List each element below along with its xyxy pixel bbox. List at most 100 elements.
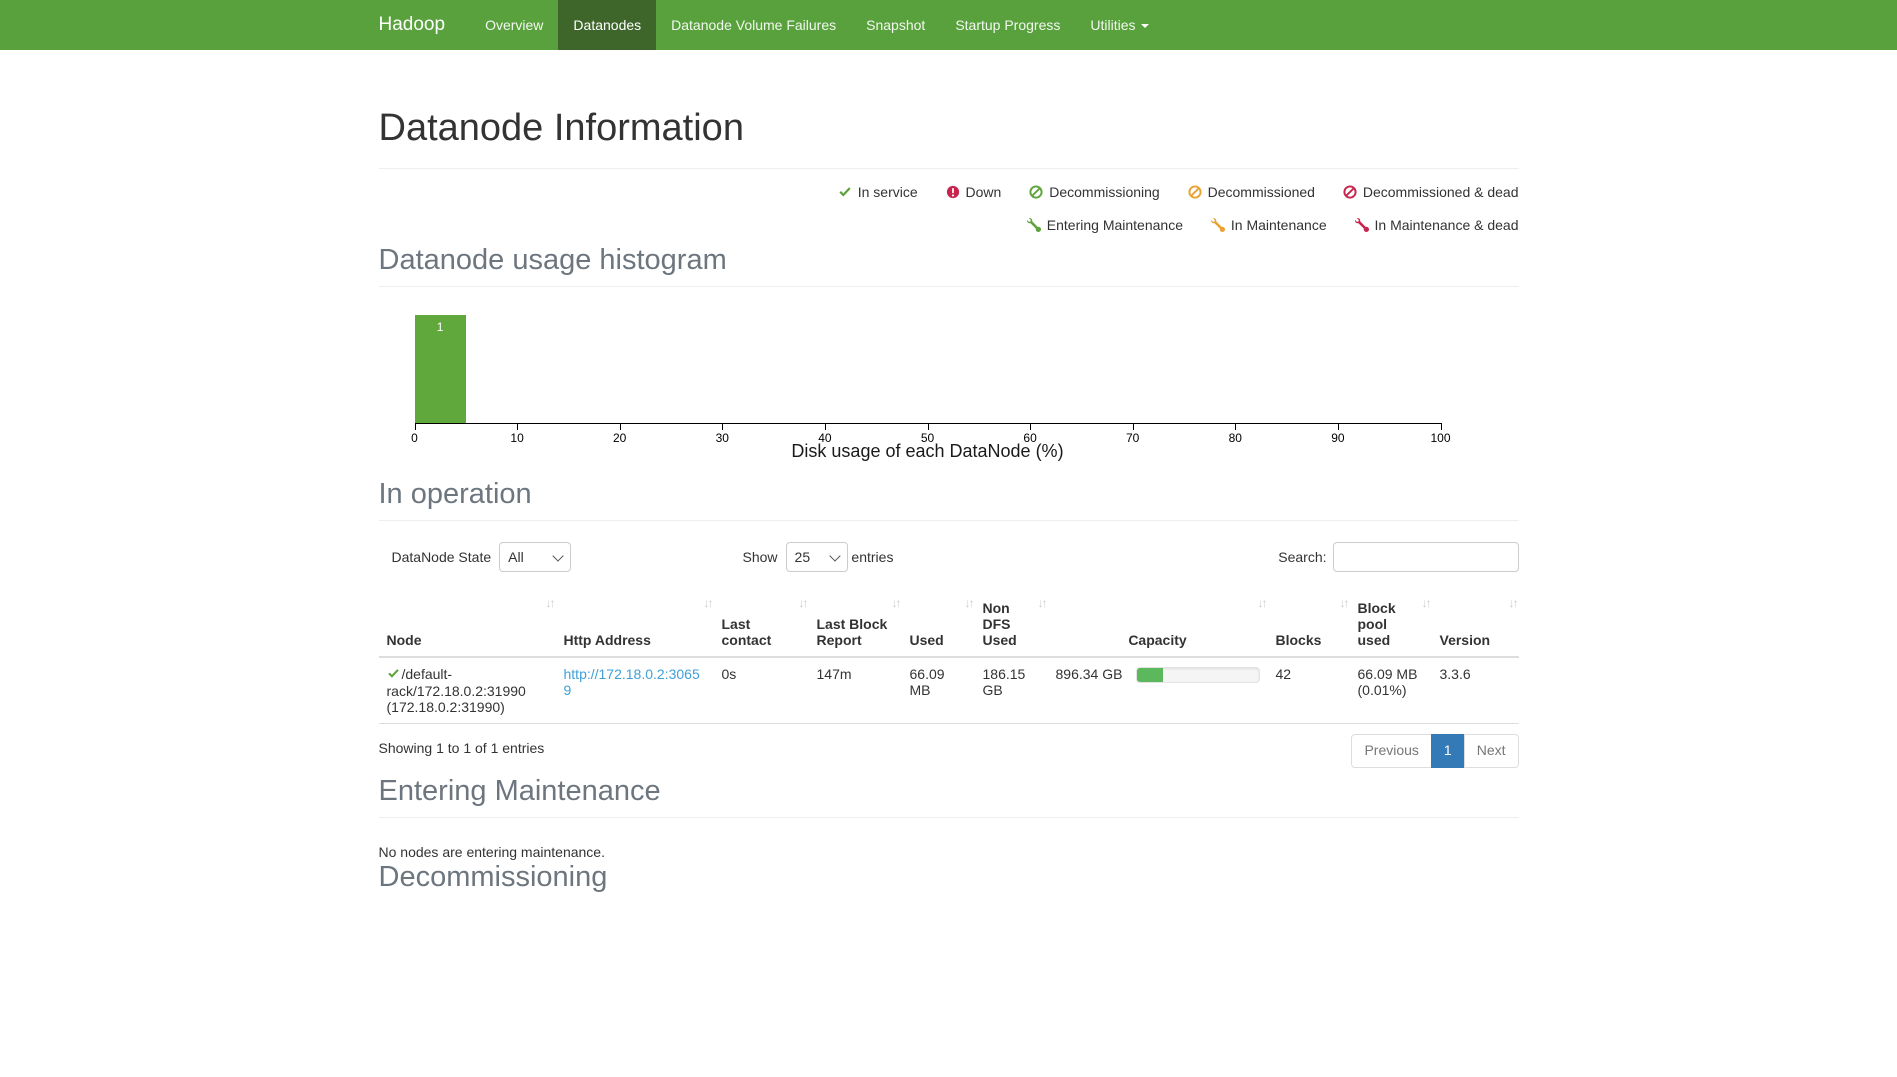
datanodes-table: ↓↑Node ↓↑Http Address ↓↑Last contact ↓↑L…: [379, 588, 1519, 724]
capacity-progress-bar: [1136, 667, 1260, 683]
datanode-state-select[interactable]: All: [499, 542, 571, 572]
legend-down: Down: [946, 184, 1002, 200]
page-title: Datanode Information: [379, 107, 1519, 151]
http-address-link[interactable]: http://172.18.0.2:30659: [564, 666, 700, 698]
nav-item-overview[interactable]: Overview: [470, 0, 558, 50]
in-operation-section-title: In operation: [379, 477, 1519, 511]
wrench-icon: [1027, 212, 1041, 243]
sort-icon[interactable]: ↓↑: [965, 596, 973, 610]
table-header-row: ↓↑Node ↓↑Http Address ↓↑Last contact ↓↑L…: [379, 588, 1519, 657]
search-label: Search:: [1278, 549, 1326, 565]
histogram-plot-area: 1: [415, 315, 1441, 423]
cell-node: /default-rack/172.18.0.2:31990 (172.18.0…: [379, 657, 556, 724]
legend-decommissioned: Decommissioned: [1188, 184, 1315, 200]
search-input[interactable]: [1333, 542, 1519, 572]
pagination-previous-button[interactable]: Previous: [1351, 734, 1431, 768]
histogram-bar: 1: [415, 315, 466, 423]
axis-tick: [1030, 424, 1031, 430]
legend-in-maintenance: In Maintenance: [1211, 217, 1327, 233]
cell-version: 3.3.6: [1432, 657, 1519, 724]
nav-item-datanodes[interactable]: Datanodes: [558, 0, 656, 50]
histogram-bar-count: 1: [415, 315, 466, 334]
nav-item-utilities[interactable]: Utilities: [1075, 0, 1163, 50]
column-header-blocks[interactable]: ↓↑Blocks: [1268, 588, 1350, 657]
cell-last-block-report: 147m: [809, 657, 902, 724]
page-length-select[interactable]: 25: [786, 542, 848, 572]
column-header-last-contact[interactable]: ↓↑Last contact: [714, 588, 809, 657]
cell-non-dfs-used: 186.15 GB: [975, 657, 1048, 724]
status-legend: In service Down Decommissioning Decommis…: [379, 177, 1519, 243]
ban-circle-icon: [1343, 179, 1357, 210]
divider: [379, 817, 1519, 818]
nav-item-datanode-volume-failures[interactable]: Datanode Volume Failures: [656, 0, 851, 50]
legend-row-2: Entering Maintenance In Maintenance In M…: [379, 210, 1519, 243]
pagination: Previous 1 Next: [1351, 734, 1518, 768]
column-header-http-address[interactable]: ↓↑Http Address: [556, 588, 714, 657]
datanode-state-label: DataNode State: [392, 549, 492, 565]
nav-item-startup-progress[interactable]: Startup Progress: [940, 0, 1075, 50]
check-icon: [387, 667, 400, 683]
legend-in-maintenance-dead: In Maintenance & dead: [1355, 217, 1519, 233]
axis-tick: [928, 424, 929, 430]
pagination-next-button[interactable]: Next: [1464, 734, 1519, 768]
table-row: /default-rack/172.18.0.2:31990 (172.18.0…: [379, 657, 1519, 724]
axis-tick: [1235, 424, 1236, 430]
axis-tick: [620, 424, 621, 430]
entries-label: entries: [851, 549, 893, 565]
exclamation-circle-icon: [946, 179, 960, 210]
datanode-usage-histogram: 1 0102030405060708090100 Disk usage of e…: [379, 315, 1519, 477]
entering-maintenance-empty-message: No nodes are entering maintenance.: [379, 844, 1519, 860]
page-length-control: Show 25 entries: [743, 542, 894, 572]
table-summary: Showing 1 to 1 of 1 entries: [379, 740, 545, 756]
column-header-last-block-report[interactable]: ↓↑Last Block Report: [809, 588, 902, 657]
cell-block-pool-used: 66.09 MB (0.01%): [1350, 657, 1432, 724]
table-controls: DataNode State All Show 25 entries Search:: [379, 542, 1519, 574]
sort-icon[interactable]: ↓↑: [1509, 596, 1517, 610]
show-label: Show: [743, 549, 778, 565]
column-header-version[interactable]: ↓↑Version: [1432, 588, 1519, 657]
legend-decommissioned-dead: Decommissioned & dead: [1343, 184, 1519, 200]
axis-tick: [517, 424, 518, 430]
legend-decommissioning: Decommissioning: [1029, 184, 1159, 200]
histogram-axis-title: Disk usage of each DataNode (%): [415, 441, 1441, 462]
column-header-block-pool-used[interactable]: ↓↑Block pool used: [1350, 588, 1432, 657]
cell-capacity: 896.34 GB: [1048, 657, 1268, 724]
sort-icon[interactable]: ↓↑: [1340, 596, 1348, 610]
sort-icon[interactable]: ↓↑: [1038, 596, 1046, 610]
cell-blocks: 42: [1268, 657, 1350, 724]
cell-http-address: http://172.18.0.2:30659: [556, 657, 714, 724]
divider: [379, 286, 1519, 287]
navbar: Hadoop Overview Datanodes Datanode Volum…: [0, 0, 1897, 50]
column-header-capacity[interactable]: ↓↑Capacity: [1048, 588, 1268, 657]
ban-circle-icon: [1029, 179, 1043, 210]
column-header-non-dfs-used[interactable]: ↓↑Non DFS Used: [975, 588, 1048, 657]
divider: [379, 168, 1519, 169]
capacity-progress-fill: [1137, 668, 1163, 682]
divider: [379, 520, 1519, 521]
datanode-state-select-wrap: All: [499, 542, 571, 572]
decommissioning-section-title: Decommissioning: [379, 860, 1519, 894]
ban-circle-icon: [1188, 179, 1202, 210]
sort-icon[interactable]: ↓↑: [704, 596, 712, 610]
sort-icon[interactable]: ↓↑: [892, 596, 900, 610]
legend-row-1: In service Down Decommissioning Decommis…: [379, 177, 1519, 210]
check-icon: [838, 179, 852, 210]
entering-maintenance-section-title: Entering Maintenance: [379, 774, 1519, 808]
pagination-page-1-button[interactable]: 1: [1431, 734, 1465, 768]
brand-hadoop[interactable]: Hadoop: [379, 0, 461, 50]
column-header-used[interactable]: ↓↑Used: [902, 588, 975, 657]
sort-icon[interactable]: ↓↑: [1422, 596, 1430, 610]
datanode-state-filter: DataNode State All: [392, 542, 572, 572]
histogram-section-title: Datanode usage histogram: [379, 243, 1519, 277]
sort-icon[interactable]: ↓↑: [546, 596, 554, 610]
column-header-node[interactable]: ↓↑Node: [379, 588, 556, 657]
sort-icon[interactable]: ↓↑: [1258, 596, 1266, 610]
axis-tick: [1338, 424, 1339, 430]
wrench-icon: [1355, 212, 1369, 243]
legend-entering-maintenance: Entering Maintenance: [1027, 217, 1183, 233]
legend-in-service: In service: [838, 184, 918, 200]
sort-icon[interactable]: ↓↑: [799, 596, 807, 610]
histogram-x-axis: 0102030405060708090100: [415, 423, 1442, 424]
nav-item-snapshot[interactable]: Snapshot: [851, 0, 940, 50]
axis-tick: [1133, 424, 1134, 430]
